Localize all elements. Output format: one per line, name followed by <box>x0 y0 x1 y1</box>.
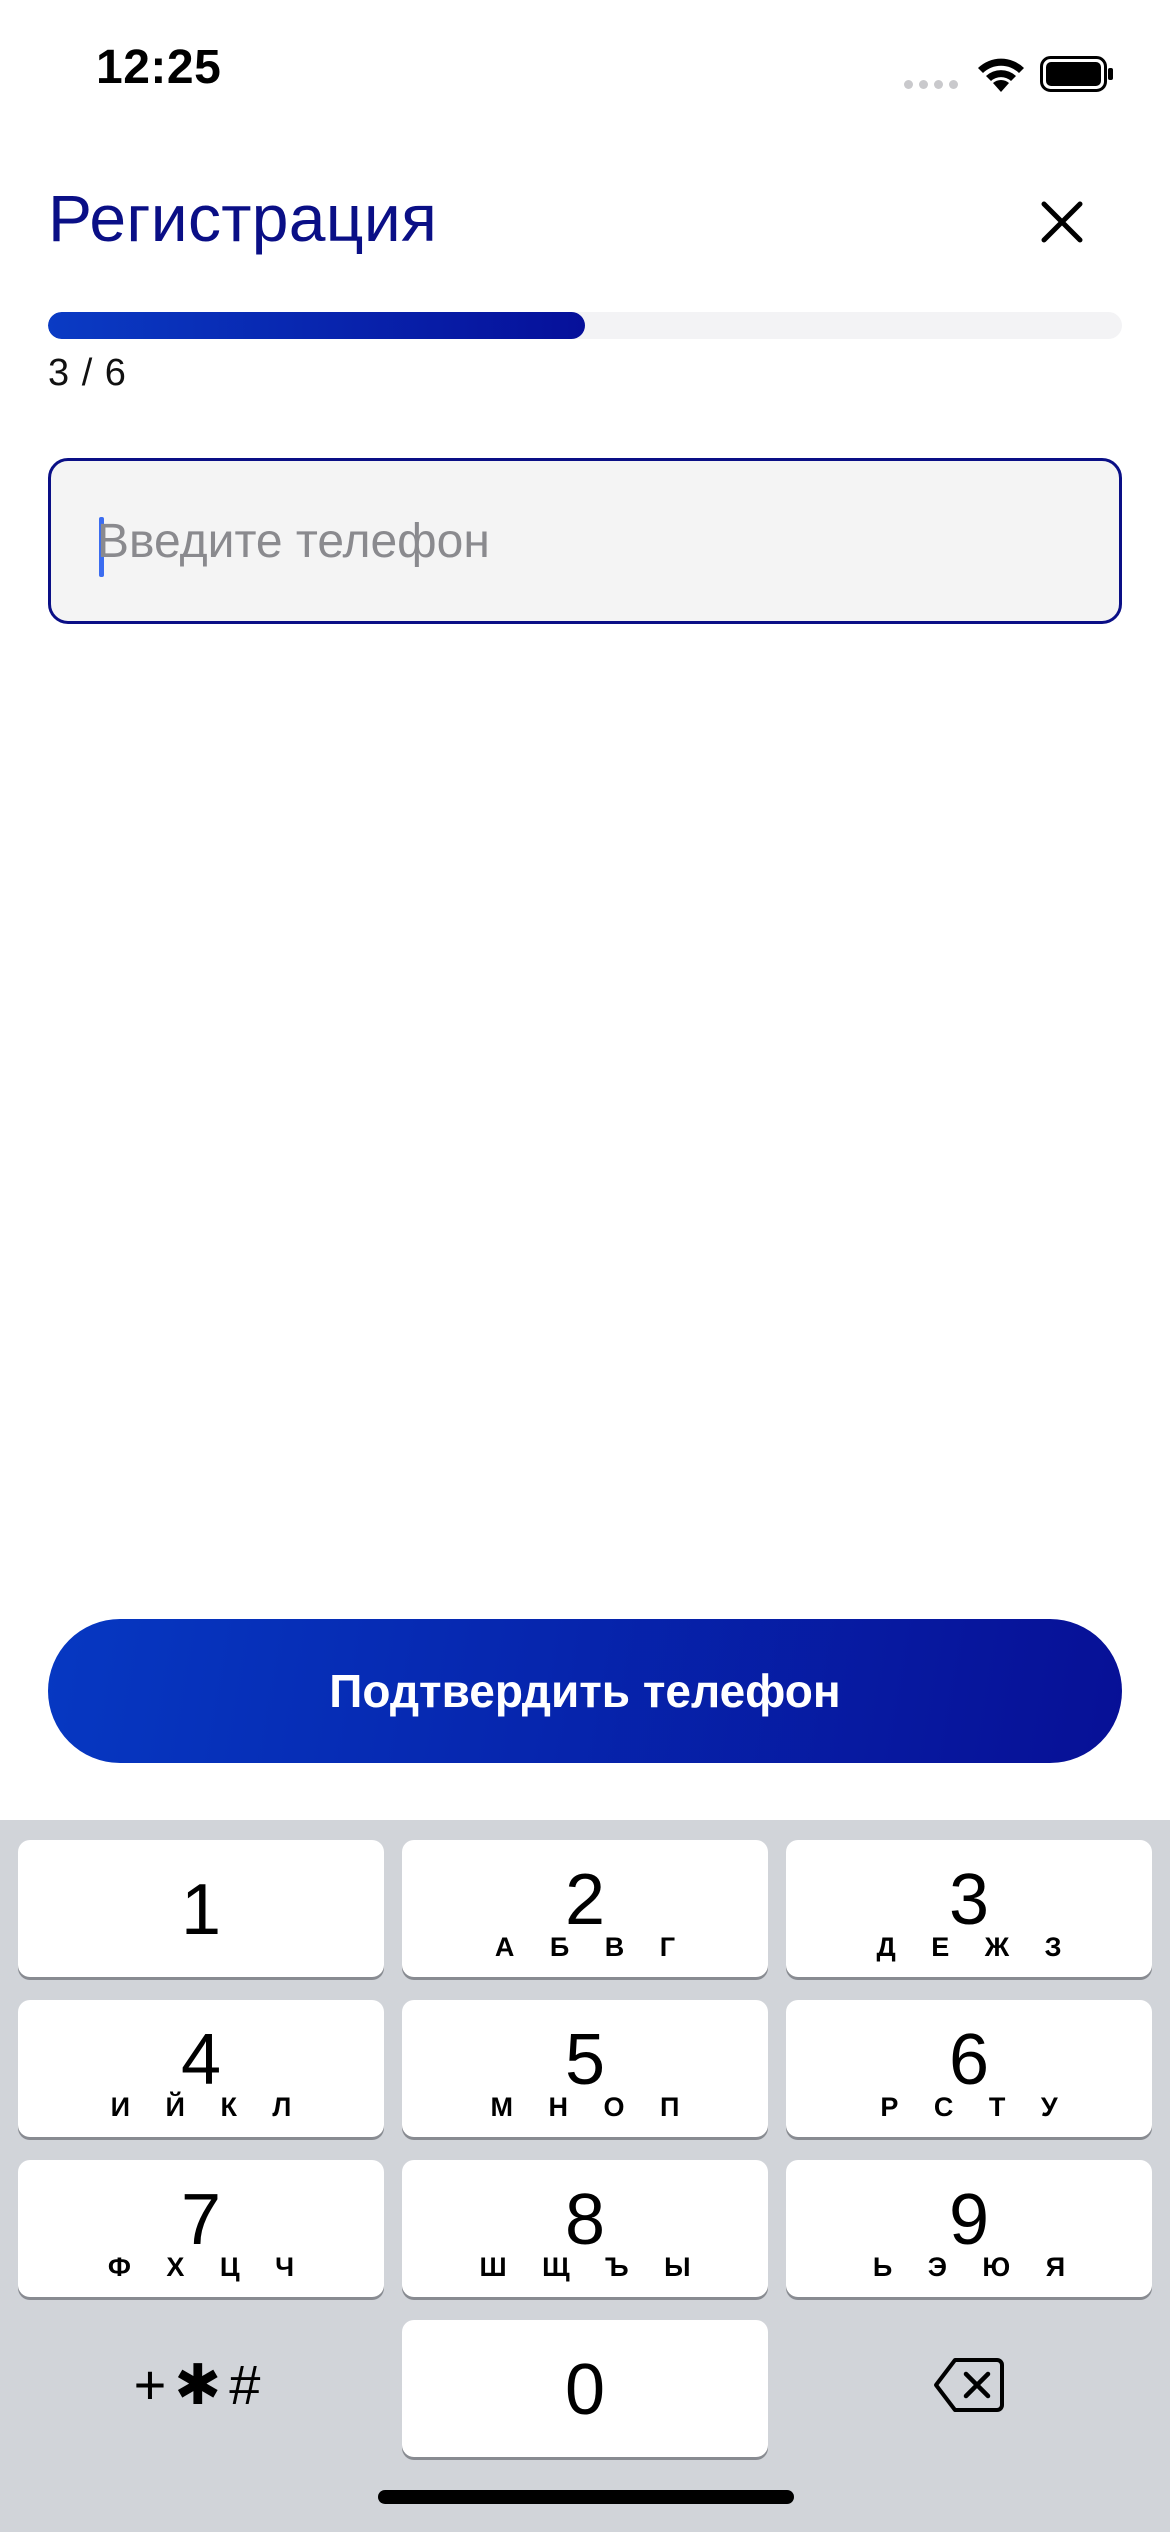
key-0[interactable]: 0 <box>402 2320 768 2457</box>
key-digit: 7 <box>180 2180 222 2260</box>
key-letters: Д Е Ж З <box>876 1932 1076 1962</box>
key-8[interactable]: 8 Ш Щ Ъ Ы <box>402 2160 768 2297</box>
key-digit: 5 <box>564 2020 606 2100</box>
wifi-icon <box>978 58 1024 92</box>
progress-fill <box>48 312 585 339</box>
page-title: Регистрация <box>48 181 438 255</box>
key-letters: Ф Х Ц Ч <box>107 2252 309 2282</box>
home-indicator <box>378 2490 794 2504</box>
key-digit: 2 <box>564 1860 606 1940</box>
key-4[interactable]: 4 И Й К Л <box>18 2000 384 2137</box>
key-letters: М Н О П <box>490 2092 694 2122</box>
numeric-keyboard: 1 2 А Б В Г 3 Д Е Ж З 4 И Й К Л 5 М Н О … <box>0 1820 1170 2532</box>
close-icon <box>1041 201 1083 243</box>
key-digit: 8 <box>564 2180 606 2260</box>
close-button[interactable] <box>1030 190 1094 254</box>
key-7[interactable]: 7 Ф Х Ц Ч <box>18 2160 384 2297</box>
cellular-signal-icon <box>904 80 960 92</box>
status-bar: 12:25 <box>0 0 1170 140</box>
backspace-icon <box>934 2357 1004 2412</box>
key-5[interactable]: 5 М Н О П <box>402 2000 768 2137</box>
backspace-key[interactable] <box>786 2316 1152 2453</box>
key-digit: 1 <box>180 1870 222 1950</box>
key-letters: Ь Э Ю Я <box>872 2252 1080 2282</box>
phone-input[interactable] <box>97 461 1087 621</box>
battery-full-icon <box>1040 56 1113 92</box>
progress-step-label: 3 / 6 <box>48 352 127 394</box>
phone-field[interactable] <box>48 458 1122 624</box>
symbols-key[interactable]: +✱# <box>18 2316 384 2453</box>
key-digit: 3 <box>948 1860 990 1940</box>
key-2[interactable]: 2 А Б В Г <box>402 1840 768 1977</box>
key-digit: 0 <box>564 2350 606 2430</box>
key-letters: Ш Щ Ъ Ы <box>479 2252 705 2282</box>
key-3[interactable]: 3 Д Е Ж З <box>786 1840 1152 1977</box>
key-letters: И Й К Л <box>110 2092 306 2122</box>
key-9[interactable]: 9 Ь Э Ю Я <box>786 2160 1152 2297</box>
key-digit: 9 <box>948 2180 990 2260</box>
key-digit: 6 <box>948 2020 990 2100</box>
confirm-phone-button[interactable]: Подтвердить телефон <box>48 1619 1122 1763</box>
progress-bar <box>48 312 1122 339</box>
status-time: 12:25 <box>96 41 222 94</box>
key-letters: Р С Т У <box>880 2092 1072 2122</box>
key-6[interactable]: 6 Р С Т У <box>786 2000 1152 2137</box>
key-digit: 4 <box>180 2020 222 2100</box>
key-letters: А Б В Г <box>494 1932 690 1962</box>
key-1[interactable]: 1 <box>18 1840 384 1977</box>
